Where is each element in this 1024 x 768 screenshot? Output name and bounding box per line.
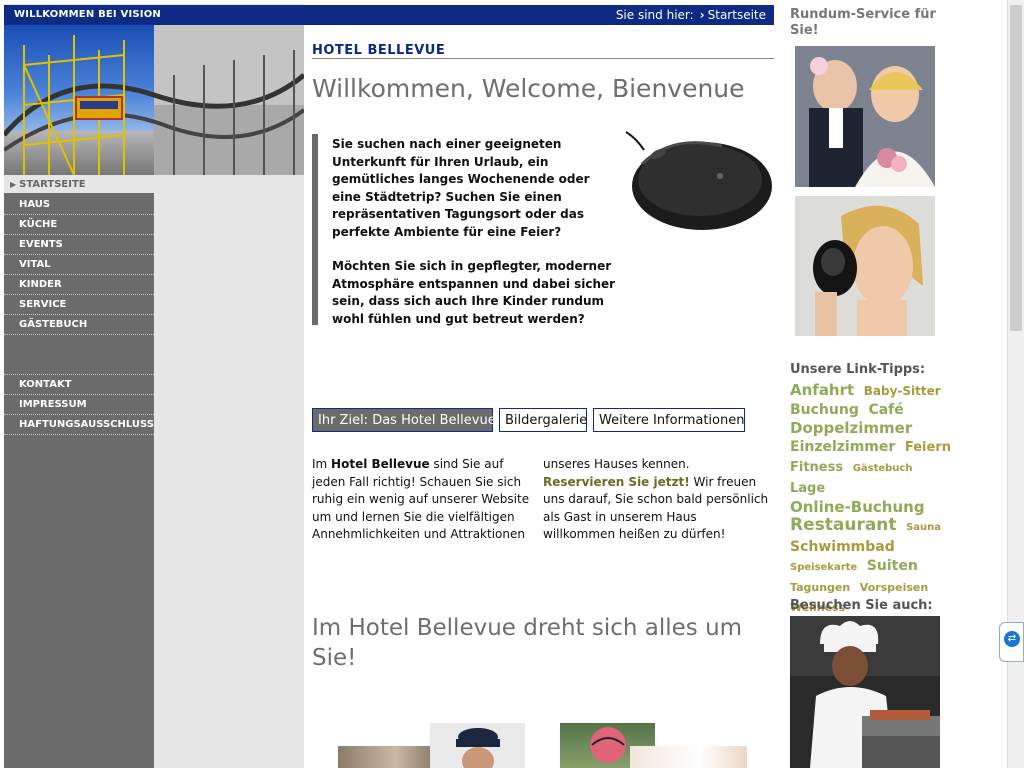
thumbnail-image[interactable] [630,746,747,768]
tag-link[interactable]: Online-Buchung [790,498,925,516]
intro-paragraph-1: Sie suchen nach einer geeigneten Unterku… [332,137,590,239]
tag-link[interactable]: Café [868,402,903,418]
tag-link[interactable]: Gästebuch [853,463,913,474]
tag-link[interactable]: Sauna [906,522,941,533]
nav-item-kinder[interactable]: KINDER [4,275,154,295]
body-text-column-1: Im Hotel Bellevue sind Sie auf jeden Fal… [312,456,536,544]
welcome-heading: Willkommen, Welcome, Bienvenue [312,74,745,103]
nav-item-vital[interactable]: VITAL [4,255,154,275]
weitere-informationen-button[interactable]: Weitere Informationen [593,408,745,432]
nav-item-impressum[interactable]: IMPRESSUM [4,395,154,415]
tag-link[interactable]: Lage [790,481,825,496]
wedding-couple-image [795,46,935,187]
teamviewer-icon: ⇄ [1004,631,1020,647]
triangle-right-icon: ▶ [10,180,17,189]
nav-item-haftungsausschluss[interactable]: HAFTUNGSAUSSCHLUSS [4,415,154,435]
nav-list: HAUS KÜCHE EVENTS VITAL KINDER SERVICE G… [4,195,154,435]
site-brand: WILLKOMMEN BEI VISION [14,9,161,20]
body-text-2a: unseres Hauses kennen. [543,457,690,471]
tag-link[interactable]: Vorspeisen [860,581,928,594]
tag-link[interactable]: Doppelzimmer [790,419,912,437]
body-text-column-2: unseres Hauses kennen. Reservieren Sie je… [543,456,769,544]
body-text-1a: Im [312,457,332,471]
nav-separator [4,335,154,375]
tag-link[interactable]: Baby-Sitter [864,384,941,398]
side-widget-tab[interactable]: ⇄ [999,622,1024,662]
intro-paragraph-2: Möchten Sie sich in gepflegter, moderner… [332,259,616,326]
body-text-hotel-name: Hotel Bellevue [331,457,430,471]
hotel-name-heading: HOTEL BELLEVUE [312,43,446,58]
tag-link[interactable]: Anfahrt [790,381,854,399]
chevron-right-icon: › [699,8,705,22]
tag-cloud: Anfahrt Baby-Sitter Buchung Café Doppelz… [790,381,960,617]
breadcrumb: Sie sind hier: › Startseite [616,8,766,22]
tag-link[interactable]: Fitness [790,460,843,475]
service-title: Rundum-Service für Sie! [790,7,936,38]
breadcrumb-current[interactable]: Startseite [708,8,766,22]
chef-image [790,616,940,768]
tag-link[interactable]: Tagungen [790,581,850,594]
top-bar: WILLKOMMEN BEI VISION Sie sind hier: › Sta… [4,5,774,25]
visit-title: Besuchen Sie auch: [790,598,933,613]
nav-item-haus[interactable]: HAUS [4,195,154,215]
tag-link[interactable]: Feiern [905,440,951,455]
tag-link[interactable]: Restaurant [790,515,897,535]
tag-link[interactable]: Speisekarte [790,562,857,573]
nav-item-kueche[interactable]: KÜCHE [4,215,154,235]
tag-link[interactable]: Buchung [790,402,859,418]
nav-item-label: STARTSEITE [19,179,86,190]
hero-rollercoaster-image [4,25,304,175]
computer-mouse-image [625,131,772,230]
intro-quote: Sie suchen nach einer geeigneten Unterku… [312,134,622,326]
nav-item-service[interactable]: SERVICE [4,295,154,315]
tag-link[interactable]: Einzelzimmer [790,439,895,455]
nav-item-kontakt[interactable]: KONTAKT [4,375,154,395]
reserve-link[interactable]: Reservieren Sie jetzt! [543,475,690,489]
bildergalerie-button[interactable]: Bildergalerie [499,408,587,432]
hotel-bellevue-button[interactable]: Ihr Ziel: Das Hotel Bellevue [312,408,496,432]
tag-link[interactable]: Suiten [867,558,918,574]
scrollbar-thumb[interactable] [1010,5,1022,331]
breadcrumb-label: Sie sind hier: [615,8,694,22]
tag-link[interactable]: Schwimmbad [790,539,895,555]
heading-divider [312,58,774,59]
slogan-heading: Im Hotel Bellevue dreht sich alles um Si… [312,615,743,671]
woman-mirror-image [795,196,935,336]
linktips-title: Unsere Link-Tipps: [790,362,926,377]
thumbnail-image[interactable] [430,723,525,768]
nav-item-gaestebuch[interactable]: GÄSTEBUCH [4,315,154,335]
nav-item-events[interactable]: EVENTS [4,235,154,255]
nav-item-startseite[interactable]: ▶ STARTSEITE [4,175,154,193]
